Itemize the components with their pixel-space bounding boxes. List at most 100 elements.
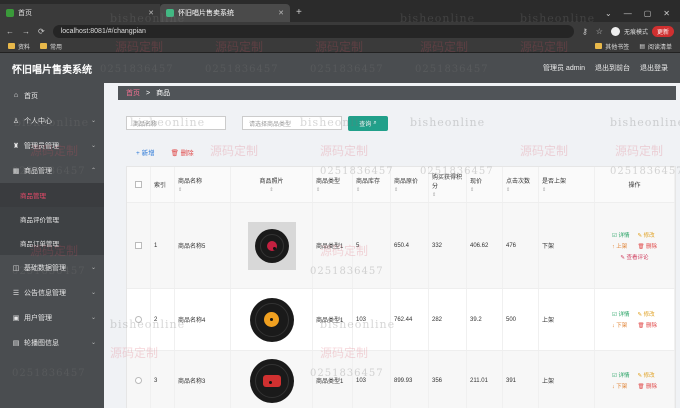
chevron-up-icon: ⌃ (90, 168, 96, 174)
select-all-checkbox[interactable] (135, 181, 142, 188)
goods-name-input[interactable]: 商品名称 (126, 116, 226, 130)
goods-photo (247, 221, 296, 270)
bookmark-folder[interactable]: 常用 (40, 42, 62, 51)
chevron-down-icon: ⌄ (90, 265, 96, 271)
other-bookmarks[interactable]: 其他书签 (595, 42, 629, 51)
browser-tab-app[interactable]: 怀旧唱片售卖系统 ✕ (160, 4, 290, 22)
image-icon: ▤ (12, 339, 20, 347)
add-button[interactable]: + 新增 (136, 147, 155, 157)
cell-index: 2 (151, 289, 175, 350)
sidebar-subitem-reviews[interactable]: 商品评价管理 (0, 207, 104, 231)
toggle-shelf-button[interactable]: ↑ 上架 (612, 242, 629, 250)
sort-icon[interactable]: ⇕ (316, 187, 320, 193)
breadcrumb-home[interactable]: 首页 (126, 88, 140, 98)
sidebar-item-users[interactable]: ▣ 用户管理 ⌄ (0, 305, 104, 330)
vinyl-record-image (254, 228, 289, 263)
breadcrumb-current: 商品 (156, 90, 171, 97)
column-header: 购买获得积分 (432, 174, 463, 190)
sidebar-item-carousel[interactable]: ▤ 轮播图信息 ⌄ (0, 330, 104, 355)
row-checkbox[interactable] (135, 377, 142, 384)
detail-button[interactable]: ☑ 详情 (612, 371, 629, 379)
url-input[interactable]: localhost:8081/#/changpian (52, 24, 574, 38)
row-delete-button[interactable]: 🗑 删除 (637, 242, 657, 250)
to-frontend-link[interactable]: 退出到前台 (595, 63, 630, 73)
edit-button[interactable]: ✎ 修改 (637, 371, 657, 379)
column-header: 索引 (154, 183, 167, 189)
delete-button[interactable]: 🗑 删除 (171, 147, 194, 157)
folder-icon (40, 43, 48, 49)
view-comments-button[interactable]: ✎ 查看评论 (612, 253, 657, 261)
goods-type-select[interactable]: 请选择商品类型 (242, 116, 342, 130)
cell-price: 211.01 (467, 351, 503, 408)
browser-tab-home[interactable]: 首页 ✕ (0, 4, 160, 22)
sort-icon[interactable]: ⇕ (542, 187, 546, 193)
detail-button[interactable]: ☑ 详情 (612, 310, 629, 318)
sort-icon[interactable]: ⇕ (178, 187, 182, 193)
row-delete-button[interactable]: 🗑 删除 (637, 382, 657, 390)
cell-type: 商品类型1 (313, 351, 353, 408)
table-row: 1 商品名称5 商品类型1 5 650.4 332 406.62 476 下架 … (127, 203, 675, 289)
sort-icon[interactable]: ⇕ (356, 187, 360, 193)
cell-orig-price: 762.44 (391, 289, 429, 350)
users-icon: ▣ (12, 314, 20, 322)
query-button[interactable]: 查询 ⌕ (348, 116, 388, 131)
new-tab-icon[interactable]: + (290, 4, 308, 22)
forward-icon[interactable]: → (22, 27, 30, 36)
row-checkbox[interactable] (135, 242, 142, 249)
cell-points: 332 (429, 203, 467, 288)
breadcrumb-separator: > (146, 89, 151, 97)
sidebar-item-notice[interactable]: ☰ 公告信息管理 ⌄ (0, 280, 104, 305)
cell-stock: 5 (353, 203, 391, 288)
minimize-icon[interactable]: — (624, 9, 632, 18)
toggle-shelf-button[interactable]: ↓ 下架 (612, 321, 629, 329)
sidebar-item-admin[interactable]: ♜ 管理员管理 ⌄ (0, 133, 104, 158)
data-icon: ◫ (12, 264, 20, 272)
cell-type: 商品类型1 (313, 203, 353, 288)
bookmark-folder[interactable]: 资料 (8, 42, 30, 51)
goods-table: 索引 商品名称 ⇕ 商品照片 ⇕ 商品类型 ⇕ 商品库存 ⇕ 商品原价 ⇕ 购买获得积分 ⇕… (126, 166, 676, 408)
sidebar-item-home[interactable]: ⌂ 首页 (0, 83, 104, 108)
cell-name: 商品名称4 (175, 289, 231, 350)
close-icon[interactable]: ✕ (148, 9, 154, 17)
home-icon: ⌂ (13, 92, 19, 99)
sort-icon[interactable]: ⇕ (432, 192, 436, 198)
incognito-profile[interactable]: 无痕模式 更新 (610, 25, 674, 37)
maximize-icon[interactable]: ▢ (644, 9, 652, 18)
reload-icon[interactable]: ⟳ (38, 27, 45, 36)
toggle-shelf-button[interactable]: ↓ 下架 (612, 382, 629, 390)
sort-icon[interactable]: ⇕ (394, 187, 398, 193)
back-icon[interactable]: ← (6, 27, 14, 36)
row-delete-button[interactable]: 🗑 删除 (637, 321, 657, 329)
sort-icon[interactable]: ⇕ (506, 187, 510, 193)
cell-index: 3 (151, 351, 175, 408)
update-button[interactable]: 更新 (651, 25, 674, 37)
admin-icon: ♜ (12, 142, 20, 150)
sidebar-item-basedata[interactable]: ◫ 基础数据管理 ⌄ (0, 255, 104, 280)
sidebar-item-goods[interactable]: ▦ 商品管理 ⌃ (0, 158, 104, 183)
edit-button[interactable]: ✎ 修改 (637, 310, 657, 318)
star-icon[interactable]: ☆ (596, 27, 603, 36)
sort-icon[interactable]: ⇕ (269, 187, 273, 193)
notice-icon: ☰ (12, 289, 20, 297)
folder-icon (8, 43, 15, 49)
bookmarks-bar: 资料 常用 其他书签 ▤ 阅读清单 (0, 40, 680, 53)
tab-label: 首页 (18, 10, 32, 17)
edit-button[interactable]: ✎ 修改 (637, 231, 657, 239)
breadcrumb: 首页 > 商品 (118, 86, 676, 100)
chevron-down-icon[interactable]: ⌄ (605, 9, 612, 18)
sidebar-item-profile[interactable]: ♙ 个人中心 ⌄ (0, 108, 104, 133)
reading-list[interactable]: ▤ 阅读清单 (639, 42, 672, 51)
close-icon[interactable]: ✕ (278, 9, 284, 17)
row-checkbox[interactable] (135, 316, 142, 323)
detail-button[interactable]: ☑ 详情 (612, 231, 629, 239)
key-icon[interactable]: ⚷ (582, 27, 588, 36)
close-window-icon[interactable]: ✕ (663, 9, 670, 18)
sort-icon[interactable]: ⇕ (470, 187, 474, 193)
sidebar: ⌂ 首页 ♙ 个人中心 ⌄ ♜ 管理员管理 ⌄ ▦ 商品管理 ⌃ 商品管理 商品评价管理 商品… (0, 83, 104, 408)
sidebar-subitem-goods[interactable]: 商品管理 (0, 183, 104, 207)
sidebar-subitem-orders[interactable]: 商品订单管理 (0, 231, 104, 255)
logout-link[interactable]: 退出登录 (640, 63, 668, 73)
table-header: 索引 商品名称 ⇕ 商品照片 ⇕ 商品类型 ⇕ 商品库存 ⇕ 商品原价 ⇕ 购买获得积分 ⇕… (127, 167, 675, 203)
cell-price: 406.62 (467, 203, 503, 288)
cell-index: 1 (151, 203, 175, 288)
